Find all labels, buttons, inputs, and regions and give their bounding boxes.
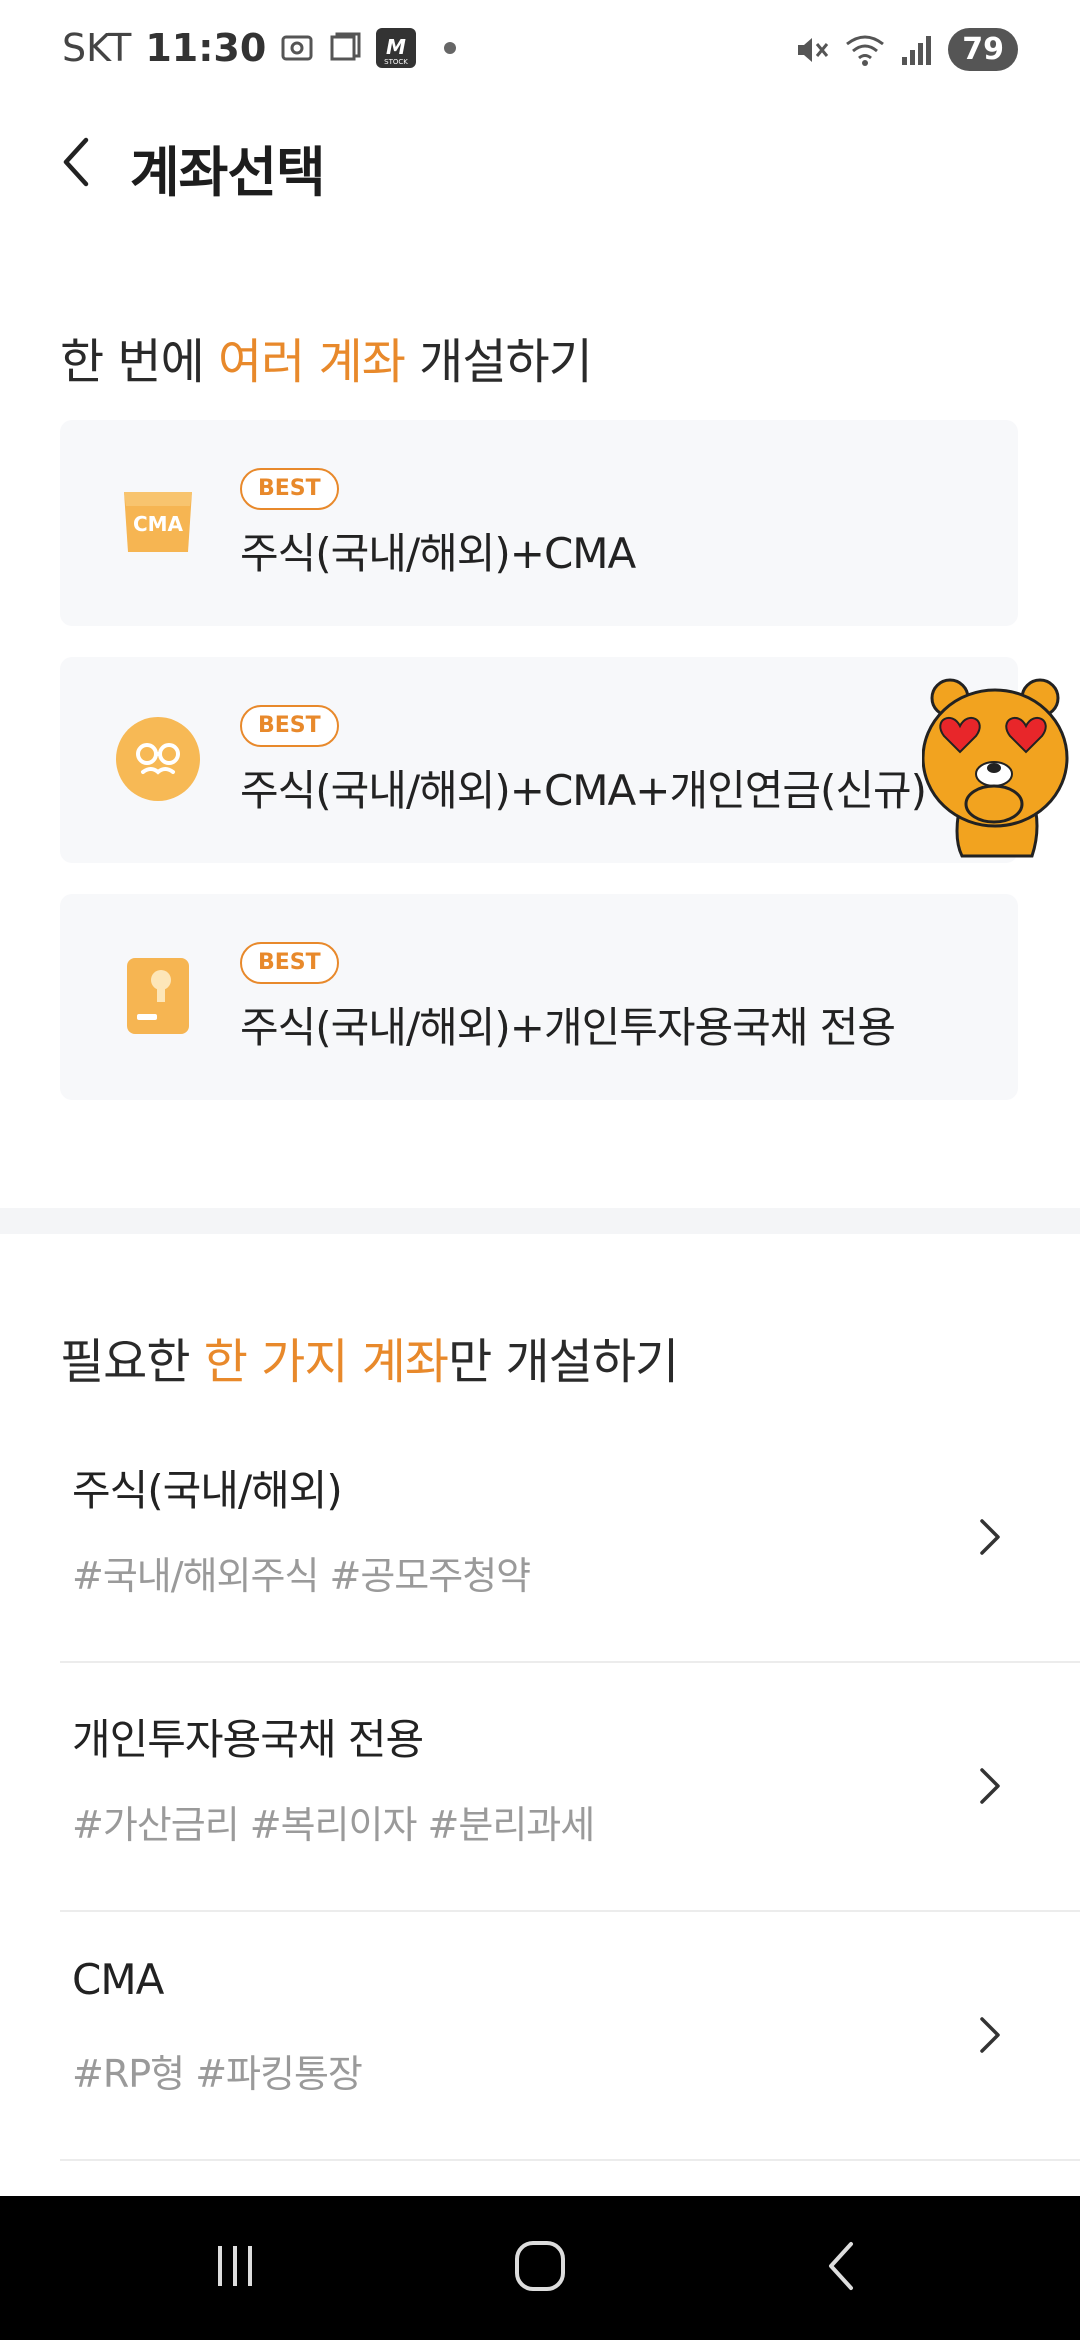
account-item-bond[interactable]: 개인투자용국채 전용 #가산금리 #복리이자 #분리과세 xyxy=(60,1662,1080,1912)
system-nav-bar xyxy=(0,2196,1080,2340)
chevron-right-icon xyxy=(970,2007,1010,2063)
screenshot-icon xyxy=(280,31,314,65)
cma-icon-text: CMA xyxy=(133,512,184,536)
card-label: 주식(국내/해외)+CMA xyxy=(240,529,636,578)
window-icon xyxy=(328,31,362,65)
title-suffix: 개설하기 xyxy=(404,334,593,390)
best-badge: BEST xyxy=(240,942,339,984)
bundle-card-stock-bond[interactable]: BEST 주식(국내/해외)+개인투자용국채 전용 xyxy=(60,894,1018,1100)
carrier-label: SKT xyxy=(62,26,132,70)
item-title: CMA xyxy=(72,1955,164,2004)
recent-apps-icon xyxy=(210,2241,260,2295)
clock: 11:30 xyxy=(145,26,267,70)
battery-badge: 79 xyxy=(948,28,1018,71)
bond-book-icon xyxy=(114,952,202,1040)
item-title: 개인투자용국채 전용 xyxy=(72,1715,424,1764)
back-icon xyxy=(821,2238,861,2298)
chevron-right-icon xyxy=(970,1509,1010,1565)
title-prefix: 필요한 xyxy=(60,1334,204,1390)
section-divider xyxy=(0,1208,1080,1234)
item-tags: #가산금리 #복리이자 #분리과세 xyxy=(72,1803,595,1847)
best-badge: BEST xyxy=(240,705,339,747)
wifi-icon xyxy=(844,32,886,68)
bundle-section-title: 한 번에 여러 계좌 개설하기 xyxy=(60,322,593,392)
chevron-left-icon xyxy=(58,134,94,194)
chevron-right-icon xyxy=(970,1758,1010,1814)
status-right: 79 xyxy=(794,28,1018,71)
title-suffix: 만 개설하기 xyxy=(448,1334,679,1390)
item-tags: #국내/해외주식 #공모주청약 xyxy=(72,1554,531,1598)
title-accent: 여러 계좌 xyxy=(218,334,406,390)
back-button[interactable] xyxy=(46,132,106,196)
pension-icon xyxy=(114,715,202,803)
card-label: 주식(국내/해외)+개인투자용국채 전용 xyxy=(240,1003,896,1052)
cma-icon: CMA xyxy=(114,478,202,566)
m-stock-icon: M STOCK xyxy=(376,28,417,68)
card-label: 주식(국내/해외)+CMA+개인연금(신규) xyxy=(240,766,927,815)
back-nav-button[interactable] xyxy=(796,2236,886,2300)
title-accent: 한 가지 계좌 xyxy=(203,1334,449,1390)
recent-apps-button[interactable] xyxy=(190,2236,280,2300)
mascot-sticker xyxy=(921,676,1072,858)
item-tags: #RP형 #파킹통장 xyxy=(72,2052,363,2096)
signal-icon xyxy=(900,33,934,67)
item-title: 주식(국내/해외) xyxy=(72,1466,343,1515)
notification-dot-icon xyxy=(444,42,457,54)
app-header: 계좌선택 xyxy=(0,118,1080,208)
svg-text:M: M xyxy=(386,35,406,59)
bundle-card-stock-cma[interactable]: CMA BEST 주식(국내/해외)+CMA xyxy=(60,420,1018,626)
home-icon xyxy=(512,2238,568,2298)
account-item-cma[interactable]: CMA #RP형 #파킹통장 xyxy=(60,1911,1080,2161)
mute-icon xyxy=(794,32,830,68)
bundle-card-stock-cma-pension[interactable]: BEST 주식(국내/해외)+CMA+개인연금(신규) xyxy=(60,657,1018,863)
account-item-stock[interactable]: 주식(국내/해외) #국내/해외주식 #공모주청약 xyxy=(60,1413,1080,1663)
page-title: 계좌선택 xyxy=(130,141,326,204)
title-prefix: 한 번에 xyxy=(60,334,218,390)
single-section-title: 필요한 한 가지 계좌만 개설하기 xyxy=(60,1322,679,1392)
status-left: SKT 11:30 M STOCK xyxy=(62,26,457,70)
best-badge: BEST xyxy=(240,468,339,510)
home-button[interactable] xyxy=(495,2236,585,2300)
status-bar: SKT 11:30 M STOCK 79 xyxy=(0,0,1080,108)
svg-text:STOCK: STOCK xyxy=(384,58,408,66)
